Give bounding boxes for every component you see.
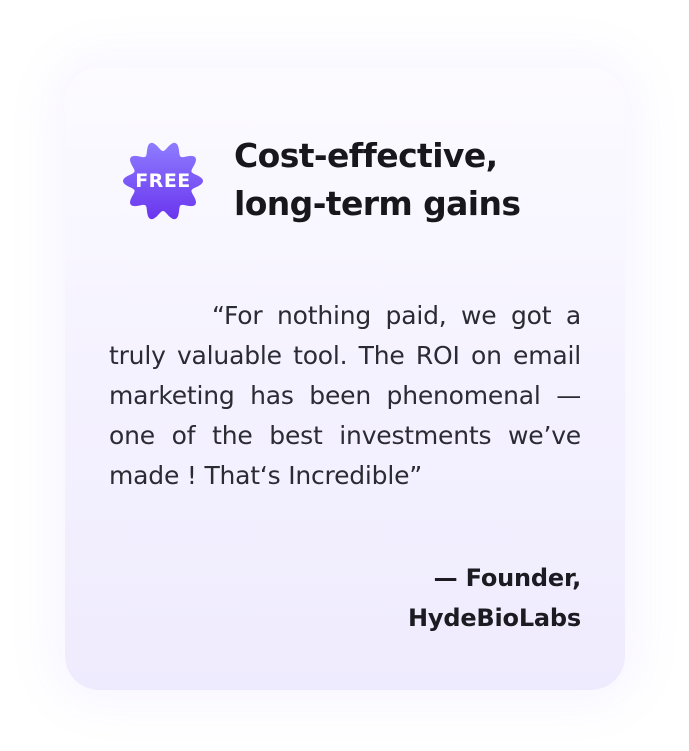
attribution-company: HydeBioLabs xyxy=(408,604,581,632)
badge-label: FREE xyxy=(135,170,191,192)
testimonial-attribution: — Founder, HydeBioLabs xyxy=(265,558,581,638)
testimonial-quote: “For nothing paid, we got a truly valuab… xyxy=(109,301,581,490)
free-badge: FREE xyxy=(119,137,207,225)
testimonial-card: FREE Cost-effective, long-term gains “Fo… xyxy=(65,68,625,690)
attribution-author: — Founder, xyxy=(433,564,582,592)
card-title-line-1: Cost-effective, xyxy=(234,136,498,175)
card-title: Cost-effective, long-term gains xyxy=(234,132,594,228)
card-title-line-2: long-term gains xyxy=(234,184,521,223)
